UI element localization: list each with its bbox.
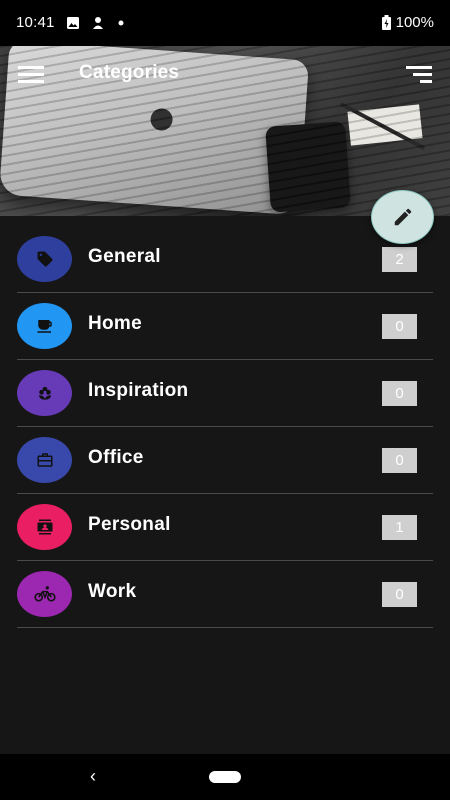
category-count-badge: 0 (382, 582, 417, 607)
home-pill-button[interactable] (209, 771, 241, 783)
category-label: Inspiration (88, 380, 189, 401)
app-notification-icon (93, 17, 103, 29)
category-list: General 2 Home 0 Inspiration 0 Office 0 … (17, 226, 433, 628)
category-row-home[interactable]: Home 0 (17, 293, 433, 360)
category-count-badge: 0 (382, 448, 417, 473)
wood-texture (0, 46, 450, 216)
category-row-work[interactable]: Work 0 (17, 561, 433, 628)
status-time: 10:41 (16, 14, 55, 31)
category-avatar (17, 303, 72, 349)
pencil-icon (394, 208, 411, 226)
category-count-badge: 2 (382, 247, 417, 272)
category-count-badge: 0 (382, 381, 417, 406)
briefcase-icon (37, 453, 52, 467)
system-navigation-bar: ‹ (0, 754, 450, 800)
category-label: Home (88, 313, 142, 334)
category-row-inspiration[interactable]: Inspiration 0 (17, 360, 433, 427)
category-avatar (17, 571, 72, 617)
battery-charging-icon (381, 15, 391, 30)
category-label: Office (88, 447, 144, 468)
category-row-general[interactable]: General 2 (17, 226, 433, 293)
image-notification-icon (67, 17, 79, 29)
back-chevron-icon[interactable]: ‹ (90, 766, 96, 787)
category-avatar (17, 437, 72, 483)
category-row-personal[interactable]: Personal 1 (17, 494, 433, 561)
category-avatar (17, 504, 72, 550)
sort-icon[interactable] (406, 66, 432, 86)
category-label: General (88, 246, 161, 267)
category-count-badge: 0 (382, 314, 417, 339)
header-banner: Categories (0, 46, 450, 216)
page-title: Categories (79, 62, 180, 83)
tag-icon (37, 251, 52, 267)
battery-status: 100% (381, 14, 434, 31)
category-label: Personal (88, 514, 171, 535)
edit-fab-button[interactable] (371, 190, 434, 244)
category-label: Work (88, 581, 137, 602)
contact-card-icon (37, 519, 52, 535)
battery-percent: 100% (395, 14, 434, 31)
hamburger-menu-icon[interactable] (18, 66, 44, 86)
category-row-office[interactable]: Office 0 (17, 427, 433, 494)
category-avatar (17, 236, 72, 282)
flower-icon (38, 386, 51, 400)
category-count-badge: 1 (382, 515, 417, 540)
more-notifications-dot-icon (118, 20, 124, 26)
status-bar: 10:41 100% (0, 0, 450, 46)
category-avatar (17, 370, 72, 416)
bicycle-icon (33, 586, 56, 602)
coffee-cup-icon (37, 320, 52, 333)
